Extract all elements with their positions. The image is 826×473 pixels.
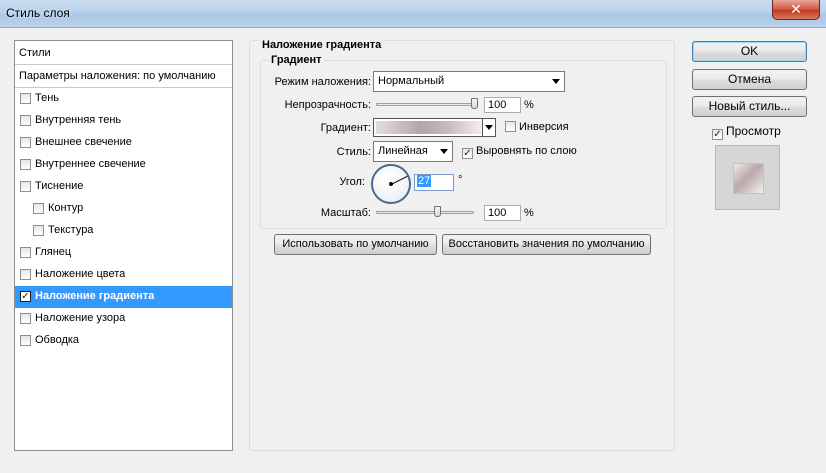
angle-unit: ° <box>458 174 463 186</box>
opacity-unit: % <box>524 99 534 111</box>
checkbox[interactable] <box>33 203 44 214</box>
align-label: Выровнять по слою <box>476 145 577 157</box>
chevron-down-icon <box>485 125 493 130</box>
style-label: Стиль: <box>336 146 371 158</box>
style-item-label: Глянец <box>35 246 72 258</box>
blend-mode-select[interactable]: Нормальный <box>373 71 565 92</box>
gradient-dropdown[interactable] <box>482 118 496 137</box>
style-item-pattern-overlay[interactable]: Наложение узора <box>15 308 232 330</box>
angle-value: 27 <box>417 175 432 187</box>
opacity-input[interactable]: 100 <box>484 97 521 113</box>
preview-label: Просмотр <box>726 124 781 138</box>
style-item-contour[interactable]: Контур <box>15 198 232 220</box>
gradient-group: Градиент Режим наложения: Нормальный Неп… <box>260 54 667 229</box>
style-preview <box>715 145 780 210</box>
window-title: Стиль слоя <box>6 6 70 20</box>
preview-checkbox[interactable]: ✓ Просмотр <box>712 124 781 140</box>
blend-mode-label: Режим наложения: <box>274 76 371 88</box>
checkbox[interactable] <box>20 137 31 148</box>
close-icon: ✕ <box>790 1 802 17</box>
checkbox[interactable] <box>20 115 31 126</box>
chevron-down-icon <box>552 79 560 84</box>
scale-unit: % <box>524 207 534 219</box>
style-item-color-overlay[interactable]: Наложение цвета <box>15 264 232 286</box>
style-item-label: Внутренняя тень <box>35 114 122 126</box>
style-item-inner-shadow[interactable]: Внутренняя тень <box>15 110 232 132</box>
gradient-overlay-panel: Наложение градиента Градиент Режим налож… <box>249 39 675 451</box>
style-item-label: Контур <box>48 202 84 214</box>
opacity-slider-handle[interactable] <box>471 98 478 109</box>
new-style-button[interactable]: Новый стиль... <box>692 96 807 117</box>
checkbox[interactable]: ✓ <box>712 129 723 140</box>
scale-input[interactable]: 100 <box>484 205 521 221</box>
angle-center <box>389 182 393 186</box>
ok-button[interactable]: OK <box>692 41 807 62</box>
scale-label: Масштаб: <box>320 207 371 219</box>
style-item-label: Тиснение <box>35 180 84 192</box>
style-item-gradient-overlay[interactable]: ✓ Наложение градиента <box>15 286 232 308</box>
angle-input[interactable]: 27 <box>414 174 454 191</box>
group-title: Градиент <box>269 54 324 66</box>
style-item-label: Обводка <box>35 334 80 346</box>
blending-options-item[interactable]: Параметры наложения: по умолчанию <box>15 65 232 88</box>
checkbox[interactable] <box>20 247 31 258</box>
style-item-label: Текстура <box>48 224 94 236</box>
make-default-button[interactable]: Использовать по умолчанию <box>274 234 437 255</box>
reverse-label: Инверсия <box>519 121 569 133</box>
checkbox[interactable] <box>20 159 31 170</box>
angle-needle <box>391 175 408 185</box>
scale-slider[interactable] <box>376 211 474 214</box>
checkbox[interactable] <box>20 181 31 192</box>
angle-label: Угол: <box>339 176 365 188</box>
align-with-layer-checkbox[interactable]: ✓ Выровнять по слою <box>462 145 577 159</box>
checkbox[interactable] <box>20 335 31 346</box>
checkbox[interactable]: ✓ <box>20 291 31 302</box>
style-item-label: Внешнее свечение <box>35 136 132 148</box>
style-item-label: Наложение градиента <box>35 290 155 302</box>
styles-list: Стили Параметры наложения: по умолчанию … <box>14 40 233 451</box>
checkbox[interactable] <box>20 313 31 324</box>
opacity-label: Непрозрачность: <box>284 99 371 111</box>
style-item-outer-glow[interactable]: Внешнее свечение <box>15 132 232 154</box>
cancel-button[interactable]: Отмена <box>692 69 807 90</box>
reverse-checkbox[interactable]: Инверсия <box>505 121 569 133</box>
dialog-client: Стили Параметры наложения: по умолчанию … <box>8 29 818 465</box>
scale-slider-handle[interactable] <box>434 206 441 217</box>
gradient-picker[interactable] <box>373 118 496 137</box>
chevron-down-icon <box>440 149 448 154</box>
checkbox[interactable] <box>20 269 31 280</box>
title-bar: Стиль слоя ✕ <box>0 0 826 28</box>
gradient-preview <box>376 121 493 134</box>
preview-swatch <box>733 163 764 194</box>
close-button[interactable]: ✕ <box>772 0 820 20</box>
style-item-texture[interactable]: Текстура <box>15 220 232 242</box>
blend-mode-value: Нормальный <box>378 75 445 87</box>
style-value: Линейная <box>378 145 428 157</box>
checkbox[interactable] <box>505 121 516 132</box>
checkbox[interactable]: ✓ <box>462 148 473 159</box>
style-item-label: Тень <box>35 92 60 104</box>
style-item-inner-glow[interactable]: Внутреннее свечение <box>15 154 232 176</box>
checkbox[interactable] <box>33 225 44 236</box>
styles-header[interactable]: Стили <box>15 41 232 65</box>
style-item-satin[interactable]: Глянец <box>15 242 232 264</box>
style-item-label: Внутреннее свечение <box>35 158 146 170</box>
section-title: Наложение градиента <box>260 39 384 51</box>
style-item-label: Наложение узора <box>35 312 126 324</box>
opacity-slider[interactable] <box>376 103 478 106</box>
gradient-label: Градиент: <box>320 122 371 134</box>
angle-dial[interactable] <box>371 164 411 204</box>
style-select[interactable]: Линейная <box>373 141 453 162</box>
style-item-bevel-emboss[interactable]: Тиснение <box>15 176 232 198</box>
style-item-stroke[interactable]: Обводка <box>15 330 232 352</box>
checkbox[interactable] <box>20 93 31 104</box>
reset-to-default-button[interactable]: Восстановить значения по умолчанию <box>442 234 651 255</box>
style-item-drop-shadow[interactable]: Тень <box>15 88 232 110</box>
style-item-label: Наложение цвета <box>35 268 126 280</box>
